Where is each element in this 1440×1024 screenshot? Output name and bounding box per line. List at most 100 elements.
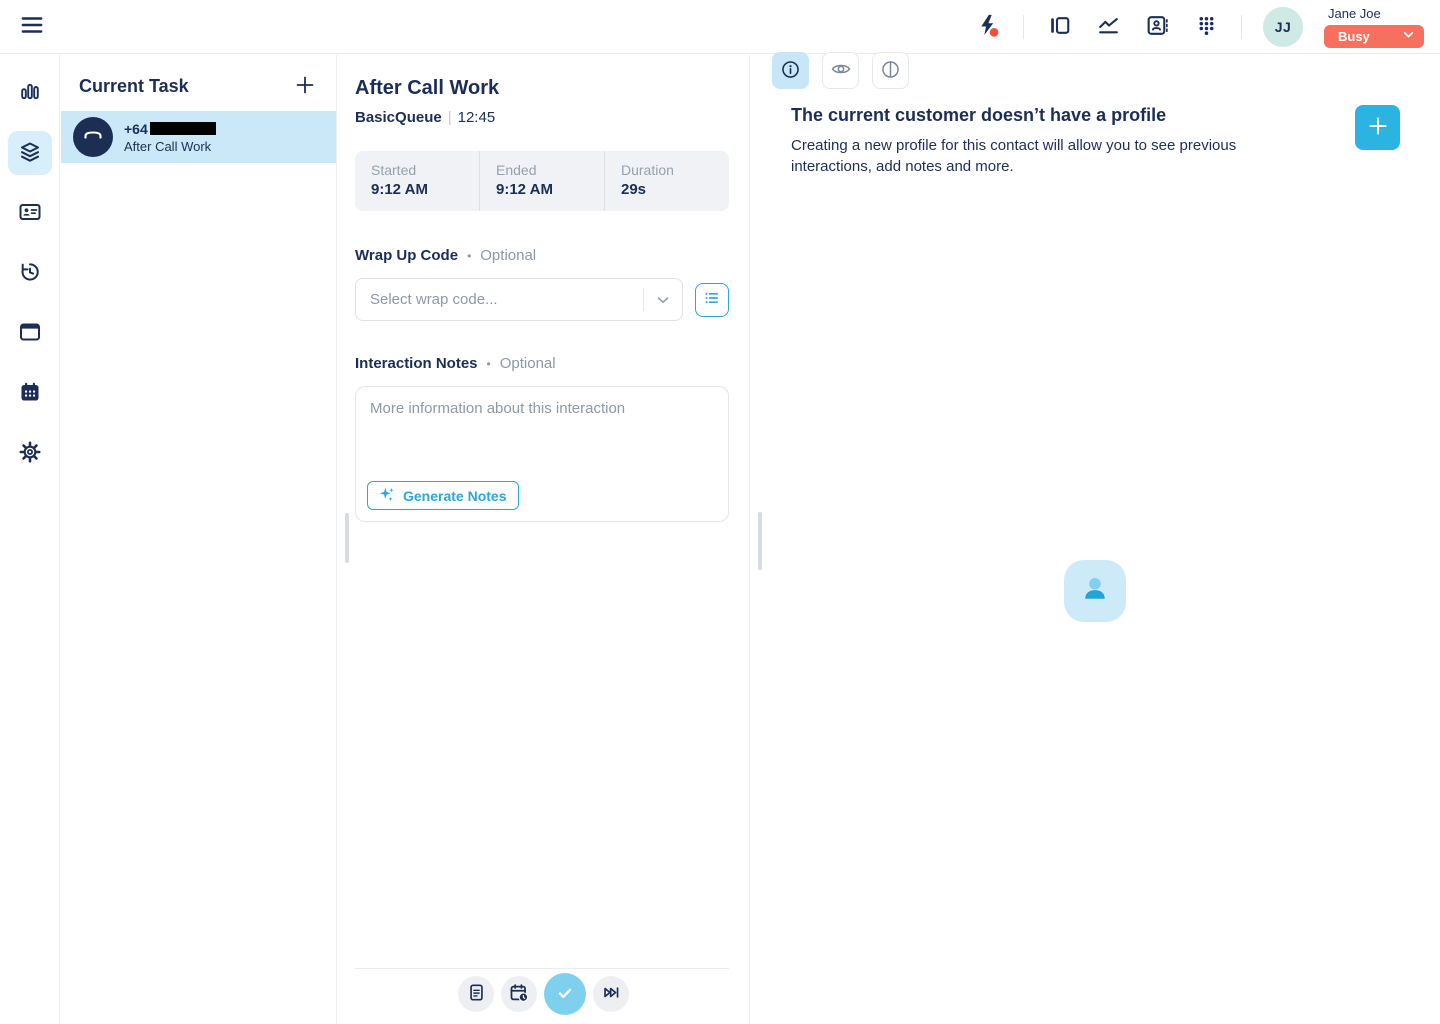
elapsed-time: 12:45 — [458, 109, 496, 126]
profile-body: Creating a new profile for this contact … — [791, 135, 1271, 177]
task-phone-number: +64 — [124, 121, 148, 137]
check-icon — [554, 982, 576, 1007]
profile-tabs — [772, 52, 909, 89]
stat-duration: Duration 29s — [604, 151, 729, 211]
task-panel-header: Current Task — [61, 55, 336, 103]
stat-label: Ended — [496, 162, 604, 178]
wrap-up-code-label: Wrap Up Code — [355, 247, 458, 264]
task-state: After Call Work — [124, 139, 216, 154]
notes-summary-button[interactable] — [458, 976, 494, 1012]
skip-button[interactable] — [593, 976, 629, 1012]
user-name: Jane Joe — [1324, 6, 1381, 21]
task-panel-scrollbar[interactable] — [345, 513, 349, 563]
complete-task-button[interactable] — [544, 973, 586, 1015]
sidebar-item-history[interactable] — [8, 251, 52, 295]
stat-value: 29s — [621, 181, 729, 198]
wrap-code-list-button[interactable] — [695, 283, 729, 317]
hamburger-menu-button[interactable] — [17, 12, 47, 42]
subtitle-separator: | — [442, 109, 458, 126]
generate-notes-button[interactable]: Generate Notes — [367, 481, 519, 510]
wrap-code-placeholder: Select wrap code... — [356, 291, 643, 308]
stat-started: Started 9:12 AM — [355, 151, 479, 211]
dialpad-button[interactable] — [1192, 13, 1220, 41]
user-block: Jane Joe Busy — [1324, 6, 1424, 48]
interaction-notes-input[interactable] — [356, 387, 728, 475]
stat-ended: Ended 9:12 AM — [479, 151, 604, 211]
task-texts: +64 After Call Work — [124, 121, 216, 154]
phone-icon — [81, 123, 105, 152]
task-panel-title: Current Task — [79, 76, 189, 97]
footer-divider — [355, 968, 729, 969]
add-task-button[interactable] — [292, 73, 318, 99]
create-profile-button[interactable] — [1355, 105, 1400, 150]
avatar[interactable]: JJ — [1263, 7, 1303, 47]
avatar-initials: JJ — [1275, 19, 1292, 35]
sidebar-item-settings[interactable] — [8, 431, 52, 475]
task-action-row — [338, 973, 749, 1015]
plus-icon — [1366, 114, 1390, 141]
tab-preview[interactable] — [822, 52, 859, 89]
history-icon — [18, 260, 42, 287]
detail-title: After Call Work — [355, 77, 729, 100]
customer-profile-panel: The current customer doesn’t have a prof… — [751, 55, 1440, 1024]
bullet: • — [467, 249, 471, 263]
detail-panel-scrollbar[interactable] — [758, 512, 762, 570]
contact-card-icon — [18, 200, 42, 227]
task-list-item[interactable]: +64 After Call Work — [61, 111, 336, 163]
profile-heading: The current customer doesn’t have a prof… — [791, 105, 1271, 126]
schedule-callback-button[interactable] — [501, 976, 537, 1012]
topbar-actions: JJ Jane Joe Busy — [974, 6, 1440, 48]
status-label: Busy — [1338, 29, 1370, 44]
optional-label: Optional — [480, 247, 536, 264]
bullet: • — [487, 357, 491, 371]
dialpad-icon — [1194, 13, 1219, 41]
metrics-trend-button[interactable] — [1094, 13, 1122, 41]
sidebar-item-tasks[interactable] — [8, 131, 52, 175]
tab-info[interactable] — [772, 52, 809, 89]
chevron-down-icon — [644, 291, 682, 309]
plus-icon — [293, 73, 317, 100]
generate-notes-label: Generate Notes — [403, 488, 506, 504]
sidebar — [0, 55, 60, 1024]
sidebar-item-contacts[interactable] — [8, 191, 52, 235]
redacted-phone-number — [150, 122, 216, 135]
gear-icon — [18, 440, 42, 467]
lightning-icon — [975, 12, 1001, 41]
sidebar-item-browser[interactable] — [8, 311, 52, 355]
phone-circle — [73, 117, 113, 157]
interaction-notes-section: Interaction Notes • Optional Generate No… — [355, 355, 729, 522]
tab-insights[interactable] — [872, 52, 909, 89]
bulleted-list-icon — [702, 288, 722, 311]
wrap-up-code-section: Wrap Up Code • Optional Select wrap code… — [355, 247, 729, 321]
detail-subtitle: BasicQueue|12:45 — [355, 109, 729, 126]
stat-value: 9:12 AM — [371, 181, 479, 198]
queue-name: BasicQueue — [355, 109, 442, 126]
chevron-down-icon — [1402, 28, 1415, 44]
profile-empty-state: The current customer doesn’t have a prof… — [791, 105, 1271, 177]
hamburger-icon — [19, 12, 45, 41]
sparkle-icon — [377, 485, 396, 507]
interaction-notes-label: Interaction Notes — [355, 355, 478, 372]
contacts-book-icon — [1145, 13, 1170, 41]
topbar-separator — [1023, 15, 1024, 39]
sidebar-item-metrics[interactable] — [8, 71, 52, 115]
calendar-clock-icon — [508, 982, 530, 1007]
info-icon — [780, 59, 801, 83]
panels-view-button[interactable] — [1045, 13, 1073, 41]
contacts-directory-button[interactable] — [1143, 13, 1171, 41]
after-call-work-panel: After Call Work BasicQueue|12:45 Started… — [338, 55, 750, 1024]
trend-icon — [1096, 13, 1121, 41]
stat-value: 9:12 AM — [496, 181, 604, 198]
note-icon — [466, 982, 487, 1006]
current-task-panel: Current Task +64 After Call Work — [61, 55, 337, 1024]
split-circle-icon — [880, 59, 901, 83]
eye-icon — [830, 58, 852, 83]
sidebar-item-calendar[interactable] — [8, 371, 52, 415]
panels-icon — [1047, 13, 1072, 41]
wrap-code-select[interactable]: Select wrap code... — [355, 278, 683, 321]
skip-forward-icon — [601, 982, 622, 1006]
status-dropdown[interactable]: Busy — [1324, 25, 1424, 48]
quick-actions-button[interactable] — [974, 13, 1002, 41]
bar-chart-icon — [18, 80, 42, 107]
browser-icon — [18, 320, 42, 347]
